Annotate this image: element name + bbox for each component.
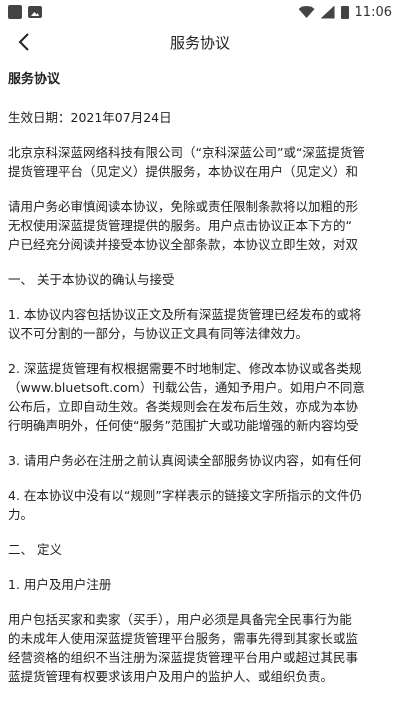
intro-paragraph: 北京京科深蓝网络科技有限公司（“京科深蓝公司”或“深蓝提货管 提货管理平台（见定… (8, 143, 400, 181)
status-time: 11:06 (354, 4, 392, 20)
section-heading-1: 一、 关于本协议的确认与接受 (8, 272, 175, 287)
text-line: 经营资格的组织不当注册为深蓝提货管理平台用户或超过其民事 (8, 650, 359, 665)
text-line: 蓝提货管理有权要求该用户及用户的监护人、或组织负责。 (8, 669, 334, 684)
user-definition-paragraph: 用户包括买家和卖家（买手），用户必须是具备完全民事行为能 的未成年人使用深蓝提货… (8, 610, 400, 686)
text-line: 公布后，立即自动生效。各类规则会在发布后生效，亦成为本协 (8, 399, 359, 414)
text-line: 行明确声明外，任何使“服务”范围扩大或功能增强的新内容均受 (8, 418, 359, 433)
wifi-icon (298, 6, 315, 18)
status-left (8, 5, 42, 19)
text-line: 力。 (8, 507, 34, 522)
notice-paragraph: 请用户务必审慎阅读本协议，免除或责任限制条款将以加粗的形 无权使用深蓝提货管理提… (8, 197, 400, 254)
notification-icon (8, 5, 22, 19)
text-line: 的未成年人使用深蓝提货管理平台服务，需事先得到其家长或监 (8, 631, 359, 646)
chevron-left-icon (18, 33, 29, 51)
agreement-content[interactable]: 服务协议 生效日期：2021年07月24日 北京京科深蓝网络科技有限公司（“京科… (0, 70, 400, 711)
clause-4: 4. 在本协议中没有以“规则”字样表示的链接文字所指示的文件仍 力。 (8, 486, 400, 524)
text-line: 户已经充分阅读并接受本协议全部条款，本协议立即生效，对双 (8, 237, 359, 252)
text-line: 无权使用深蓝提货管理提供的服务。用户点击协议正本下方的“ (8, 218, 352, 233)
battery-icon (340, 5, 349, 19)
document-title: 服务协议 (8, 72, 61, 87)
effective-date: 生效日期：2021年07月24日 (8, 110, 172, 125)
text-line: （www.bluetsoft.com）刊载公告，通知予用户。如用户不同意 (8, 380, 365, 395)
image-icon (28, 6, 42, 18)
section-heading-2: 二、 定义 (8, 542, 62, 557)
text-line: 用户包括买家和卖家（买手），用户必须是具备完全民事行为能 (8, 612, 352, 627)
clause-2: 2. 深蓝提货管理有权根据需要不时地制定、修改本协议或各类规 （www.blue… (8, 359, 400, 435)
text-line: 北京京科深蓝网络科技有限公司（“京科深蓝公司”或“深蓝提货管 (8, 145, 365, 160)
text-line: 1. 本协议内容包括协议正文及所有深蓝提货管理已经发布的或将 (8, 307, 362, 322)
text-line: 4. 在本协议中没有以“规则”字样表示的链接文字所指示的文件仍 (8, 488, 362, 503)
top-app-bar: 服务协议 (0, 24, 400, 60)
page-title: 服务协议 (169, 33, 230, 52)
text-line: 议不可分割的一部分，与协议正文具有同等法律效力。 (8, 326, 309, 341)
text-line: 2. 深蓝提货管理有权根据需要不时地制定、修改本协议或各类规 (8, 361, 362, 376)
status-right: 11:06 (298, 4, 392, 20)
text-line: 提货管理平台（见定义）提供服务，本协议在用户（见定义）和 (8, 164, 359, 179)
clause-1: 1. 本协议内容包括协议正文及所有深蓝提货管理已经发布的或将 议不可分割的一部分… (8, 305, 400, 343)
subsection-heading: 1. 用户及用户注册 (8, 577, 112, 592)
text-line: 请用户务必审慎阅读本协议，免除或责任限制条款将以加粗的形 (8, 199, 359, 214)
status-bar: 11:06 (0, 0, 400, 24)
cellular-signal-icon (320, 5, 335, 19)
clause-3: 3. 请用户务必在注册之前认真阅读全部服务协议内容，如有任何 (8, 453, 362, 468)
back-button[interactable] (6, 24, 42, 60)
